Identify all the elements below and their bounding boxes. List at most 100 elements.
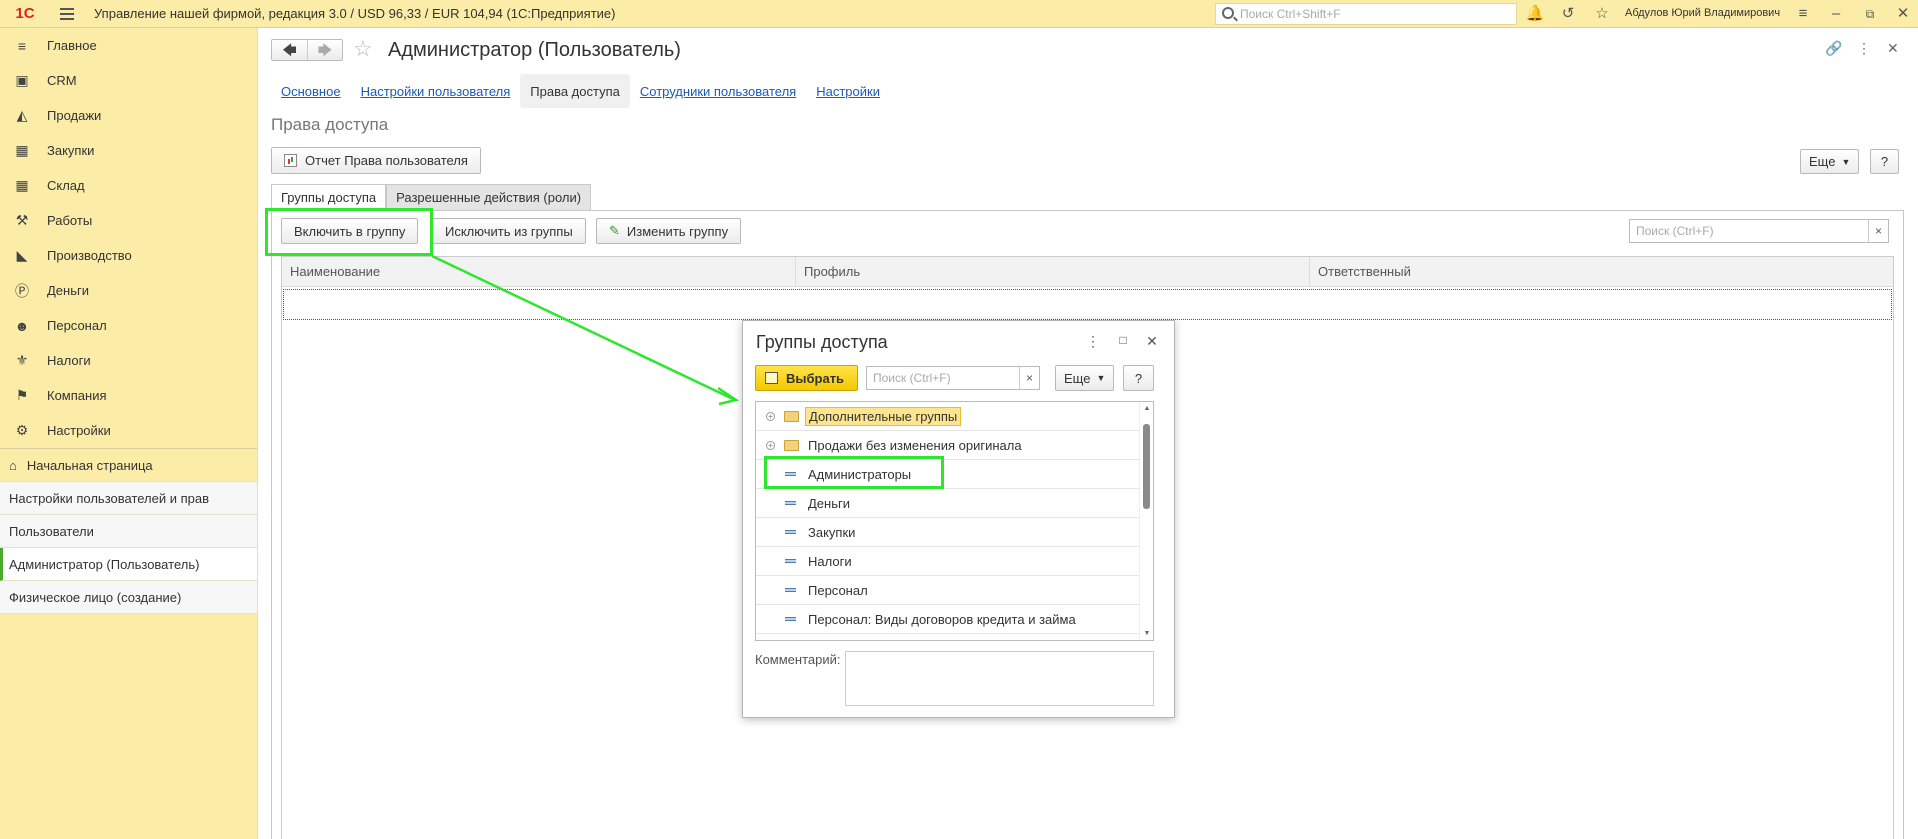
- sidebar-item-personnel[interactable]: ☻ Персонал: [0, 308, 257, 343]
- groups-tree: + Дополнительные группы + Продажи без из…: [755, 401, 1154, 641]
- table-row[interactable]: [283, 289, 1892, 320]
- comment-field[interactable]: [845, 651, 1154, 706]
- sidebar-item-works[interactable]: ⚒ Работы: [0, 203, 257, 238]
- emblem-icon: ⚜: [15, 352, 29, 368]
- tab-main[interactable]: Основное: [271, 74, 351, 108]
- exclude-from-group-button[interactable]: Исключить из группы: [432, 218, 586, 244]
- tree-row-personnel[interactable]: Персонал: [756, 576, 1139, 605]
- bell-icon[interactable]: 🔔: [1525, 4, 1545, 24]
- form-title: Администратор (Пользователь): [388, 39, 681, 61]
- tree-row-taxes[interactable]: Налоги: [756, 547, 1139, 576]
- chevron-down-icon: ▼: [1096, 373, 1106, 383]
- maximize-icon[interactable]: □: [1115, 333, 1131, 347]
- nav-administrator[interactable]: Администратор (Пользователь): [0, 548, 257, 581]
- scroll-up-icon[interactable]: ▲: [1140, 405, 1153, 412]
- warehouse-icon: ▦: [15, 177, 29, 193]
- scroll-down-icon[interactable]: ▼: [1140, 630, 1153, 637]
- tools-icon: ⚒: [15, 212, 29, 228]
- link-icon[interactable]: 🔗: [1825, 40, 1842, 57]
- subtab-allowed-actions[interactable]: Разрешенные действия (роли): [386, 184, 592, 211]
- select-button[interactable]: Выбрать: [755, 365, 858, 391]
- sidebar-item-purchases[interactable]: ▦ Закупки: [0, 133, 257, 168]
- expand-icon[interactable]: +: [766, 440, 775, 450]
- highlight-include-button: [265, 208, 433, 256]
- tab-settings[interactable]: Настройки: [806, 74, 890, 108]
- dialog-title: Группы доступа: [756, 332, 888, 352]
- table-search-input[interactable]: Поиск (Ctrl+F) ×: [1629, 219, 1889, 243]
- sidebar-item-company[interactable]: ⚑ Компания: [0, 378, 257, 413]
- report-button[interactable]: Отчет Права пользователя: [271, 147, 481, 174]
- column-name[interactable]: Наименование: [282, 257, 796, 287]
- subtab-access-groups[interactable]: Группы доступа: [271, 184, 387, 211]
- nav-users[interactable]: Пользователи: [0, 515, 257, 548]
- close-icon[interactable]: ✕: [1893, 4, 1913, 24]
- sidebar-item-crm[interactable]: ▣ CRM: [0, 63, 257, 98]
- more-vert-icon[interactable]: ⋮: [1857, 40, 1871, 57]
- crm-icon: ▣: [15, 72, 29, 88]
- column-responsible[interactable]: Ответственный: [1310, 257, 1893, 287]
- close-form-icon[interactable]: ✕: [1887, 40, 1899, 57]
- dialog-more-button[interactable]: Еще ▼: [1055, 365, 1115, 391]
- comment-label: Комментарий:: [755, 652, 841, 667]
- tree-row-purchases[interactable]: Закупки: [756, 518, 1139, 547]
- cart-icon: ▦: [15, 142, 29, 158]
- dialog-clear-search-button[interactable]: ×: [1019, 367, 1039, 389]
- subtabs: Группы доступа Разрешенные действия (рол…: [271, 184, 592, 211]
- dialog-help-button[interactable]: ?: [1123, 365, 1154, 391]
- favorite-star-icon[interactable]: ☆: [353, 36, 373, 62]
- expand-icon[interactable]: +: [766, 411, 775, 421]
- app-logo: 1С: [15, 5, 35, 22]
- menu-icon[interactable]: ≡: [1793, 4, 1813, 24]
- history-icon[interactable]: ↺: [1558, 4, 1578, 24]
- dialog-search-input[interactable]: Поиск (Ctrl+F) ×: [866, 366, 1040, 390]
- group-item-icon: [785, 559, 796, 563]
- tree-scrollbar[interactable]: ▲ ▼: [1139, 402, 1153, 640]
- minimize-icon[interactable]: –: [1826, 4, 1846, 24]
- nav-individual-create[interactable]: Физическое лицо (создание): [0, 581, 257, 614]
- group-item-icon: [785, 501, 796, 505]
- tab-user-employees[interactable]: Сотрудники пользователя: [630, 74, 806, 108]
- sidebar: ≡ Главное ▣ CRM ◭ Продажи ▦ Закупки ▦ Склад ⚒…: [0, 28, 258, 839]
- app-title: Управление нашей фирмой, редакция 3.0 / …: [94, 6, 616, 21]
- sidebar-item-money[interactable]: Ⓟ Деньги: [0, 273, 257, 308]
- sidebar-item-settings[interactable]: ⚙ Настройки: [0, 413, 257, 448]
- nav-user-settings[interactable]: Настройки пользователей и прав: [0, 482, 257, 515]
- forward-button[interactable]: 🡆: [306, 40, 342, 60]
- star-icon[interactable]: ☆: [1592, 4, 1612, 24]
- folder-icon: [784, 410, 799, 422]
- tab-user-settings[interactable]: Настройки пользователя: [351, 74, 521, 108]
- people-icon: ☻: [14, 317, 30, 334]
- user-name[interactable]: Абдулов Юрий Владимирович: [1625, 7, 1780, 19]
- home-icon: ⌂: [9, 457, 17, 473]
- group-item-icon: [785, 588, 796, 592]
- basket-icon: ◭: [16, 107, 28, 123]
- pencil-icon: ✎: [609, 223, 620, 238]
- chevron-down-icon: ▼: [1841, 156, 1851, 167]
- close-dialog-icon[interactable]: ✕: [1144, 333, 1160, 350]
- tree-row-personnel-loans[interactable]: Персонал: Виды договоров кредита и займа: [756, 605, 1139, 634]
- global-search-input[interactable]: Поиск Ctrl+Shift+F: [1215, 3, 1517, 25]
- back-button[interactable]: 🡄: [272, 40, 307, 60]
- change-group-button[interactable]: ✎ Изменить группу: [596, 218, 742, 244]
- sidebar-item-warehouse[interactable]: ▦ Склад: [0, 168, 257, 203]
- tab-access-rights[interactable]: Права доступа: [520, 74, 630, 108]
- sidebar-item-taxes[interactable]: ⚜ Налоги: [0, 343, 257, 378]
- more-button[interactable]: Еще ▼: [1800, 149, 1860, 174]
- column-profile[interactable]: Профиль: [796, 257, 1310, 287]
- clear-search-button[interactable]: ×: [1868, 220, 1888, 242]
- select-icon: [765, 372, 778, 384]
- group-item-icon: [785, 530, 796, 534]
- more-vert-icon[interactable]: ⋮: [1085, 333, 1101, 350]
- scroll-thumb[interactable]: [1143, 424, 1150, 509]
- restore-icon[interactable]: ⧉: [1860, 4, 1880, 24]
- tree-row-additional-groups[interactable]: + Дополнительные группы: [756, 402, 1139, 431]
- help-button[interactable]: ?: [1870, 149, 1899, 174]
- tree-row-money[interactable]: Деньги: [756, 489, 1139, 518]
- sidebar-item-production[interactable]: ◣ Производство: [0, 238, 257, 273]
- main-menu-button[interactable]: [54, 0, 80, 28]
- section-title: Права доступа: [271, 115, 389, 134]
- nav-home[interactable]: ⌂ Начальная страница: [0, 449, 257, 482]
- factory-icon: ◣: [16, 247, 28, 263]
- sidebar-item-main[interactable]: ≡ Главное: [0, 28, 257, 63]
- sidebar-item-sales[interactable]: ◭ Продажи: [0, 98, 257, 133]
